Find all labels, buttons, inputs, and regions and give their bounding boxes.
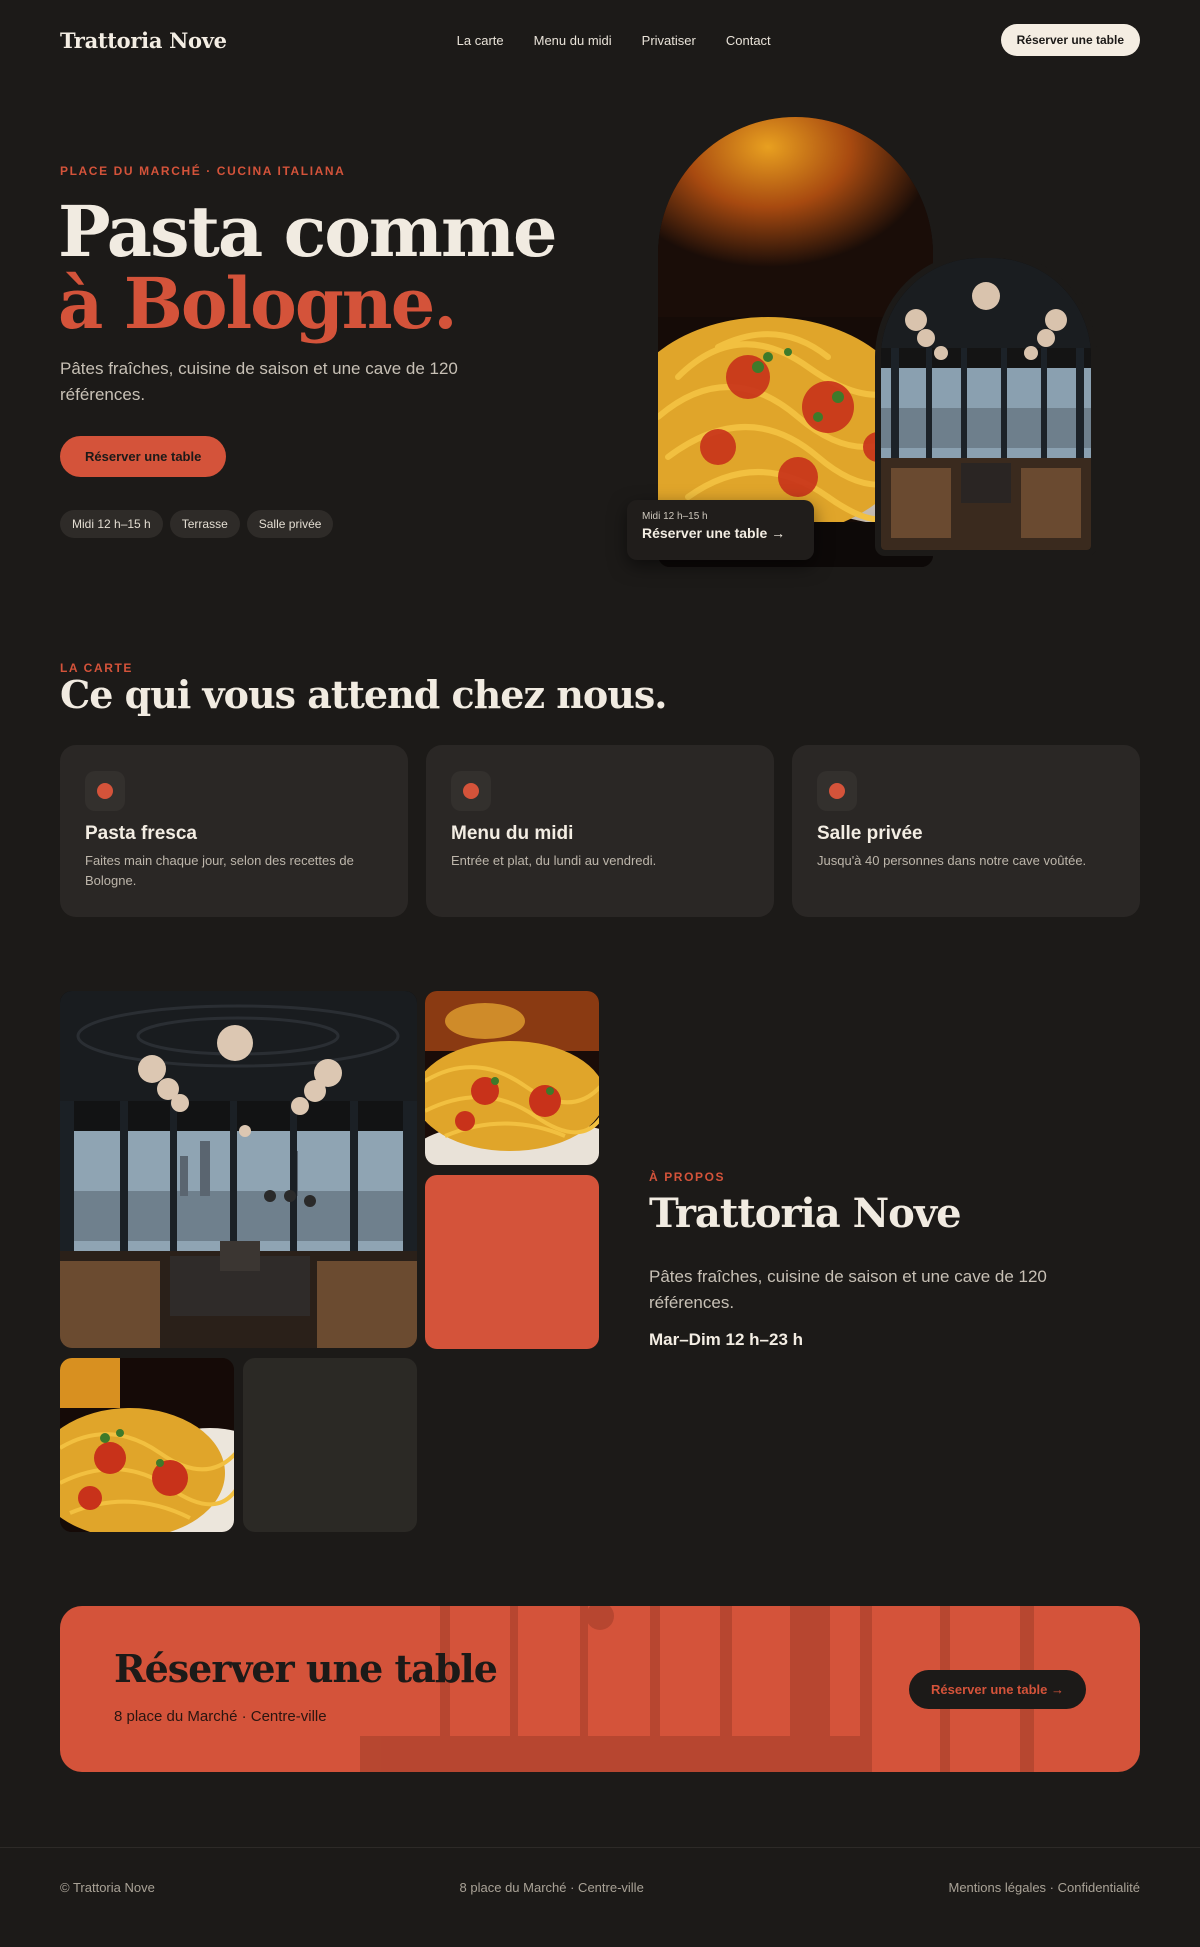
feature-cards: Pasta fresca Faites main chaque jour, se…: [60, 745, 1140, 917]
top-nav: Trattoria Nove La carte Menu du midi Pri…: [60, 22, 1140, 58]
gallery-pasta-2: [60, 1358, 234, 1532]
card-title: Menu du midi: [451, 823, 574, 844]
hero-chips: Midi 12 h–15 h Terrasse Salle privée: [60, 510, 334, 538]
hero-title-line2: à Bologne.: [58, 262, 458, 345]
nav-link-menu-midi[interactable]: Menu du midi: [534, 33, 612, 48]
nav-link-contact[interactable]: Contact: [726, 33, 771, 48]
pasta-photo: [60, 1358, 234, 1532]
card-dot-icon: [451, 771, 491, 811]
card-pasta-fresca: Pasta fresca Faites main chaque jour, se…: [60, 745, 408, 917]
card-dot-icon: [85, 771, 125, 811]
gallery-empty-tile: [243, 1358, 417, 1532]
gallery-dining-room: [60, 991, 417, 1348]
nav-link-privatiser[interactable]: Privatiser: [642, 33, 696, 48]
card-menu-midi: Menu du midi Entrée et plat, du lundi au…: [426, 745, 774, 917]
reserve-banner: Réserver une table 8 place du Marché · C…: [60, 1606, 1140, 1772]
pasta-photo: [425, 991, 599, 1165]
gallery-accent-tile: [425, 1175, 599, 1349]
card-text: Jusqu'à 40 personnes dans notre cave voû…: [817, 853, 1087, 868]
chip-terrasse: Terrasse: [169, 510, 240, 538]
footer-address: 8 place du Marché · Centre-ville: [459, 1880, 644, 1895]
hero-dining-room-image: [875, 252, 1097, 556]
card-text: Faites main chaque jour, selon des recet…: [85, 853, 354, 888]
hero-eyebrow: PLACE DU MARCHÉ · CUCINA ITALIANA: [60, 164, 346, 178]
hero-title-line1: Pasta comme: [58, 190, 558, 273]
nav-link-carte[interactable]: La carte: [457, 33, 504, 48]
logo[interactable]: Trattoria Nove: [60, 28, 227, 53]
card-salle-privee: Salle privée Jusqu'à 40 personnes dans n…: [792, 745, 1140, 917]
card-title: Pasta fresca: [85, 823, 197, 844]
about-subtitle: Pâtes fraîches, cuisine de saison et une…: [649, 1267, 1047, 1312]
hero-reserve-card[interactable]: Midi 12 h–15 h Réserver une table →: [627, 500, 814, 560]
footer-legal-links[interactable]: Mentions légales · Confidentialité: [949, 1880, 1141, 1895]
hero-card-hours: Midi 12 h–15 h: [642, 511, 708, 522]
banner-title: Réserver une table: [114, 1646, 498, 1691]
about-eyebrow: À PROPOS: [649, 1170, 726, 1184]
hero-card-link[interactable]: Réserver une table →: [642, 525, 799, 541]
footer: © Trattoria Nove 8 place du Marché · Cen…: [60, 1880, 1140, 1895]
nav-reserve-button[interactable]: Réserver une table: [1000, 24, 1140, 56]
chip-midi: Midi 12 h–15 h: [60, 510, 163, 538]
banner-reserve-button[interactable]: Réserver une table →: [909, 1670, 1086, 1709]
hero-title: Pasta comme à Bologne.: [58, 196, 558, 340]
about-hours: Mar–Dim 12 h–23 h: [649, 1330, 804, 1349]
dining-room-photo: [60, 991, 417, 1348]
hero-reserve-button[interactable]: Réserver une table: [60, 436, 227, 477]
card-text: Entrée et plat, du lundi au vendredi.: [451, 853, 657, 868]
footer-divider: [0, 1847, 1200, 1848]
banner-address: 8 place du Marché · Centre-ville: [114, 1708, 327, 1725]
footer-copyright: © Trattoria Nove: [60, 1880, 155, 1895]
gallery-pasta-1: [425, 991, 599, 1165]
card-title: Salle privée: [817, 823, 923, 844]
carte-title: Ce qui vous attend chez nous.: [60, 672, 667, 717]
about-title: Trattoria Nove: [649, 1190, 962, 1237]
dining-room-photo: [881, 258, 1091, 550]
chip-salle-privee: Salle privée: [246, 510, 334, 538]
hero-subtitle: Pâtes fraîches, cuisine de saison et une…: [60, 359, 458, 404]
nav-menu: La carte Menu du midi Privatiser Contact: [457, 33, 771, 48]
card-dot-icon: [817, 771, 857, 811]
